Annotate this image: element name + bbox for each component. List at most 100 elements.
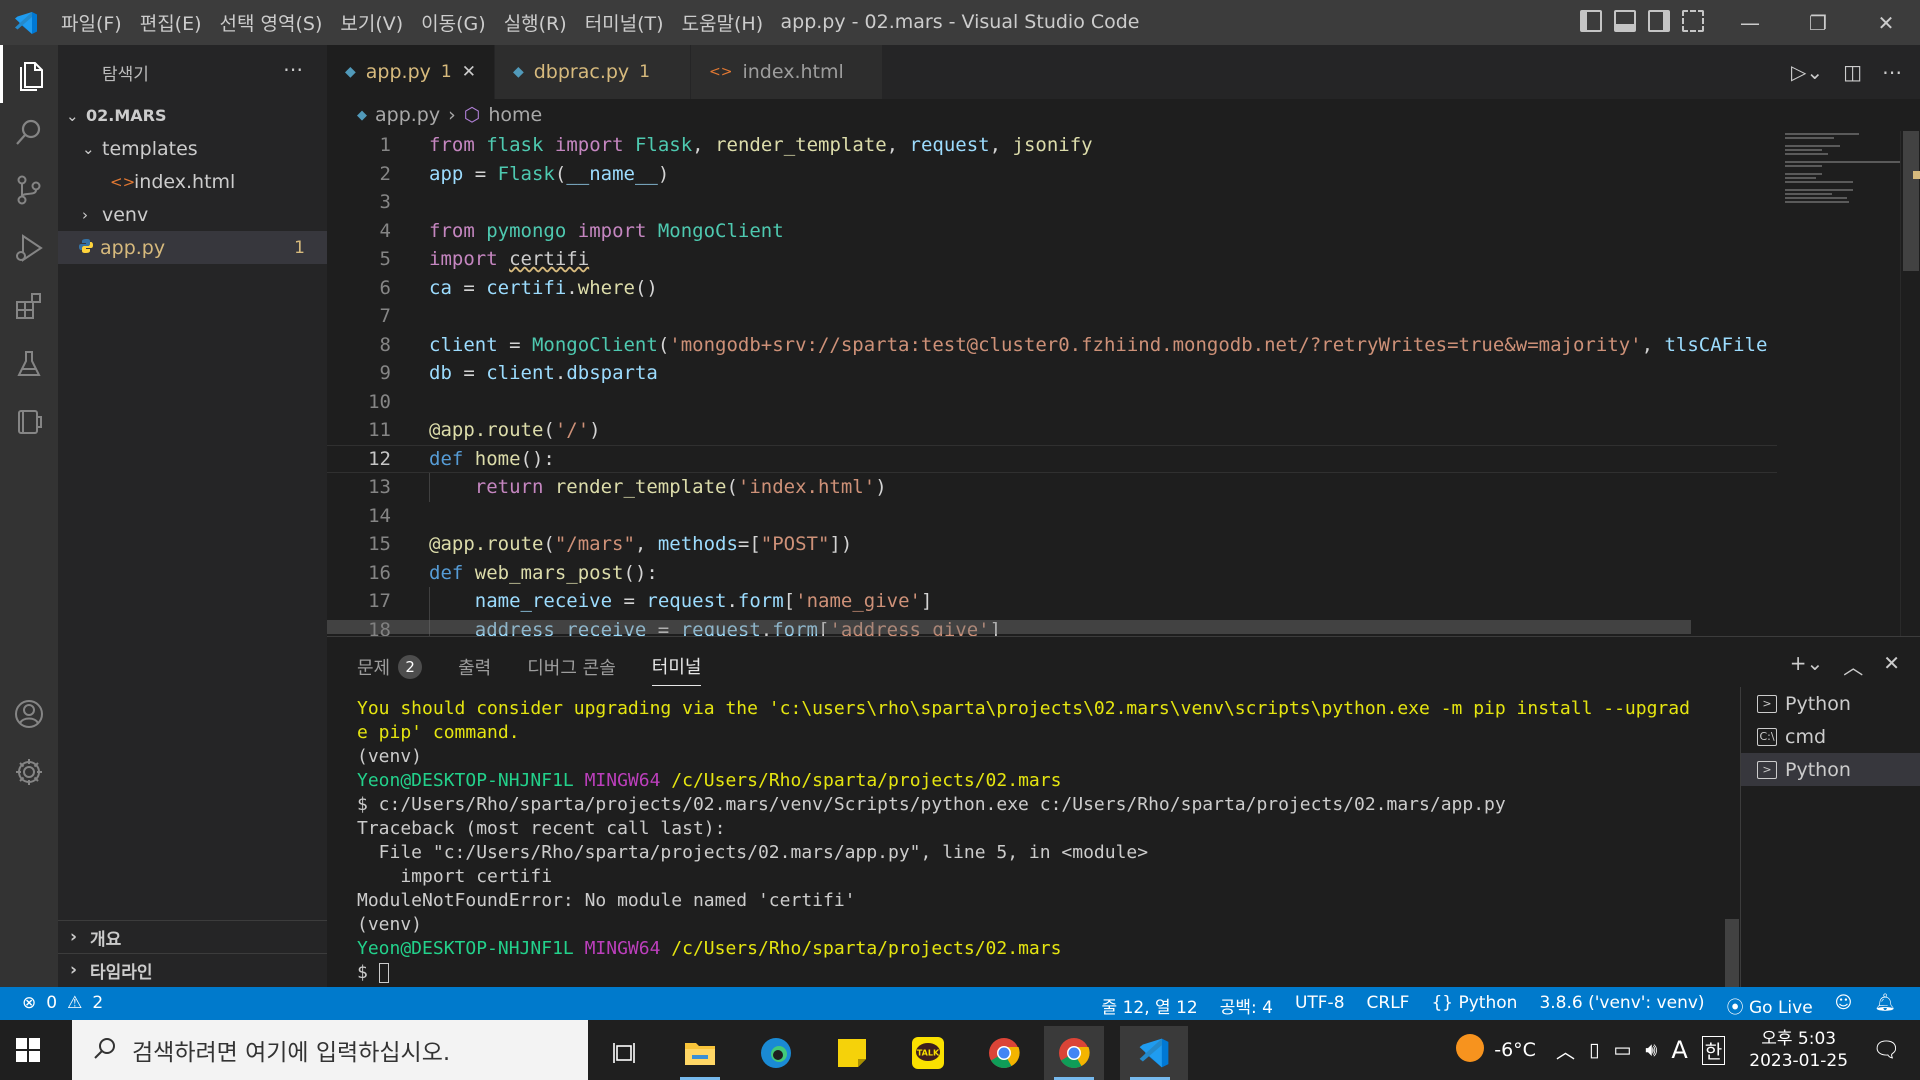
search-icon[interactable] <box>0 103 58 161</box>
restore-button[interactable]: ❐ <box>1784 0 1852 45</box>
more-actions-icon[interactable]: ⋯ <box>283 57 303 81</box>
code-line[interactable]: 4 from pymongo import MongoClient <box>327 217 1777 246</box>
menu-selection[interactable]: 선택 영역(S) <box>211 9 332 36</box>
menu-view[interactable]: 보기(V) <box>331 9 412 36</box>
code-editor[interactable]: 1 from flask import Flask, render_templat… <box>327 131 1777 636</box>
close-icon[interactable]: ✕ <box>462 62 476 82</box>
breadcrumb-symbol[interactable]: home <box>488 104 542 126</box>
run-python-file-icon[interactable]: ▷⌄ <box>1791 60 1823 84</box>
windows-start-icon[interactable] <box>16 1038 40 1066</box>
file-encoding[interactable]: UTF-8 <box>1295 993 1345 1018</box>
tree-item-app-py[interactable]: app.py 1 <box>58 231 327 264</box>
vertical-scrollbar[interactable] <box>1900 131 1920 636</box>
input-mode-indicator[interactable]: A <box>1671 1036 1687 1064</box>
code-line[interactable]: 13 return render_template('index.html') <box>327 473 1777 502</box>
outline-section[interactable]: › 개요 <box>58 920 327 953</box>
sticky-notes-icon[interactable] <box>822 1026 882 1080</box>
end-of-line[interactable]: CRLF <box>1367 993 1410 1018</box>
code-line[interactable]: 16 def web_mars_post(): <box>327 559 1777 588</box>
tab-app-py[interactable]: ◆ app.py 1 ✕ <box>327 45 495 99</box>
explorer-icon[interactable] <box>0 45 58 103</box>
go-live-button[interactable]: ⦿ Go Live <box>1727 993 1813 1018</box>
file-explorer-icon[interactable] <box>670 1026 730 1080</box>
folder-root[interactable]: ⌄ 02.MARS <box>58 99 327 132</box>
code-line[interactable]: 9 db = client.dbsparta <box>327 359 1777 388</box>
cursor-position[interactable]: 줄 12, 열 12 <box>1102 993 1198 1018</box>
breadcrumb-file[interactable]: app.py <box>375 104 440 126</box>
customize-layout-icon[interactable] <box>1682 10 1704 32</box>
close-window-button[interactable]: ✕ <box>1852 0 1920 45</box>
code-line[interactable]: 11 @app.route('/') <box>327 416 1777 445</box>
battery-icon[interactable]: ▭ <box>1613 1039 1631 1061</box>
chrome-browser-icon[interactable] <box>974 1026 1034 1080</box>
settings-gear-icon[interactable] <box>0 743 58 801</box>
code-line[interactable]: 15 @app.route("/mars", methods=["POST"]) <box>327 530 1777 559</box>
code-line[interactable]: 8 client = MongoClient('mongodb+srv://spa… <box>327 331 1777 360</box>
tab-output[interactable]: 출력 <box>458 653 491 686</box>
accounts-icon[interactable] <box>0 685 58 743</box>
maximize-panel-icon[interactable]: ︿ <box>1843 651 1863 680</box>
tab-terminal[interactable]: 터미널 <box>651 653 702 686</box>
close-panel-icon[interactable]: ✕ <box>1883 651 1900 680</box>
show-hidden-icons-chevron-icon[interactable]: ︿ <box>1556 1037 1575 1064</box>
toggle-panel-icon[interactable] <box>1614 10 1636 32</box>
tab-debug-console[interactable]: 디버그 콘솔 <box>527 653 616 686</box>
edge-browser-icon[interactable] <box>746 1026 806 1080</box>
menu-terminal[interactable]: 터미널(T) <box>576 9 673 36</box>
notification-center-icon[interactable]: 🗨︎ <box>1872 1038 1900 1063</box>
code-line[interactable]: 17 name_receive = request.form['name_giv… <box>327 587 1777 616</box>
terminal-output[interactable]: You should consider upgrading via the 'c… <box>357 697 1737 985</box>
indentation[interactable]: 공백: 4 <box>1220 993 1273 1018</box>
code-line[interactable]: 2 app = Flask(__name__) <box>327 160 1777 189</box>
notifications-bell-icon[interactable]: 🔔︎ <box>1874 993 1896 1018</box>
minimize-button[interactable]: — <box>1716 0 1784 45</box>
feedback-icon[interactable]: ☺ <box>1835 993 1853 1018</box>
vscode-taskbar-icon[interactable] <box>1120 1026 1188 1080</box>
split-editor-icon[interactable]: ◫ <box>1843 60 1862 84</box>
timeline-section[interactable]: › 타임라인 <box>58 953 327 986</box>
tab-dbprac-py[interactable]: ◆ dbprac.py 1 <box>494 45 692 99</box>
more-actions-icon[interactable]: ⋯ <box>1882 60 1902 84</box>
language-mode[interactable]: {} Python <box>1431 993 1517 1018</box>
code-line[interactable]: 3 <box>327 188 1777 217</box>
weather-temperature[interactable]: -6°C <box>1494 1039 1536 1061</box>
ime-language-indicator[interactable]: 한 <box>1701 1035 1726 1065</box>
terminal-item-python-active[interactable]: > Python <box>1741 753 1920 786</box>
problems-status[interactable]: ⊗ 0 ⚠ 2 <box>22 993 103 1013</box>
new-terminal-icon[interactable]: +⌄ <box>1790 651 1824 680</box>
code-line[interactable]: 5 import certifi <box>327 245 1777 274</box>
taskbar-clock[interactable]: 오후 5:03 2023-01-25 <box>1749 1028 1848 1072</box>
code-line[interactable]: 14 <box>327 502 1777 531</box>
extensions-icon[interactable] <box>0 277 58 335</box>
menu-help[interactable]: 도움말(H) <box>673 9 773 36</box>
tab-index-html[interactable]: <> index.html <box>691 45 883 99</box>
chrome-browser-icon[interactable] <box>1044 1026 1104 1080</box>
remote-explorer-icon[interactable] <box>0 393 58 451</box>
weather-sun-icon[interactable] <box>1454 1032 1486 1069</box>
tree-item-index-html[interactable]: <> index.html <box>58 165 327 198</box>
testing-icon[interactable] <box>0 335 58 393</box>
device-icon[interactable]: ▯ <box>1589 1039 1599 1061</box>
menu-edit[interactable]: 편집(E) <box>131 9 211 36</box>
toggle-secondary-sidebar-icon[interactable] <box>1648 10 1670 32</box>
code-line[interactable]: 10 <box>327 388 1777 417</box>
task-view-icon[interactable] <box>594 1026 654 1080</box>
code-line[interactable]: 1 from flask import Flask, render_templat… <box>327 131 1777 160</box>
menu-run[interactable]: 실행(R) <box>495 9 576 36</box>
volume-icon[interactable]: 🔊︎ <box>1645 1039 1657 1061</box>
minimap[interactable] <box>1777 131 1902 636</box>
toggle-primary-sidebar-icon[interactable] <box>1580 10 1602 32</box>
code-line[interactable]: 6 ca = certifi.where() <box>327 274 1777 303</box>
menu-file[interactable]: 파일(F) <box>52 9 131 36</box>
horizontal-scrollbar[interactable] <box>327 620 1691 634</box>
taskbar-search-box[interactable]: 검색하려면 여기에 입력하십시오. <box>72 1020 588 1080</box>
source-control-icon[interactable] <box>0 161 58 219</box>
run-and-debug-icon[interactable] <box>0 219 58 277</box>
python-interpreter[interactable]: 3.8.6 ('venv': venv) <box>1539 993 1704 1018</box>
tab-problems[interactable]: 문제 2 <box>357 653 423 686</box>
tree-item-templates[interactable]: ⌄ templates <box>58 132 327 165</box>
kakaotalk-icon[interactable]: TALK <box>898 1026 958 1080</box>
terminal-item-python[interactable]: > Python <box>1741 687 1920 720</box>
menu-go[interactable]: 이동(G) <box>412 9 495 36</box>
terminal-item-cmd[interactable]: C:\ cmd <box>1741 720 1920 753</box>
